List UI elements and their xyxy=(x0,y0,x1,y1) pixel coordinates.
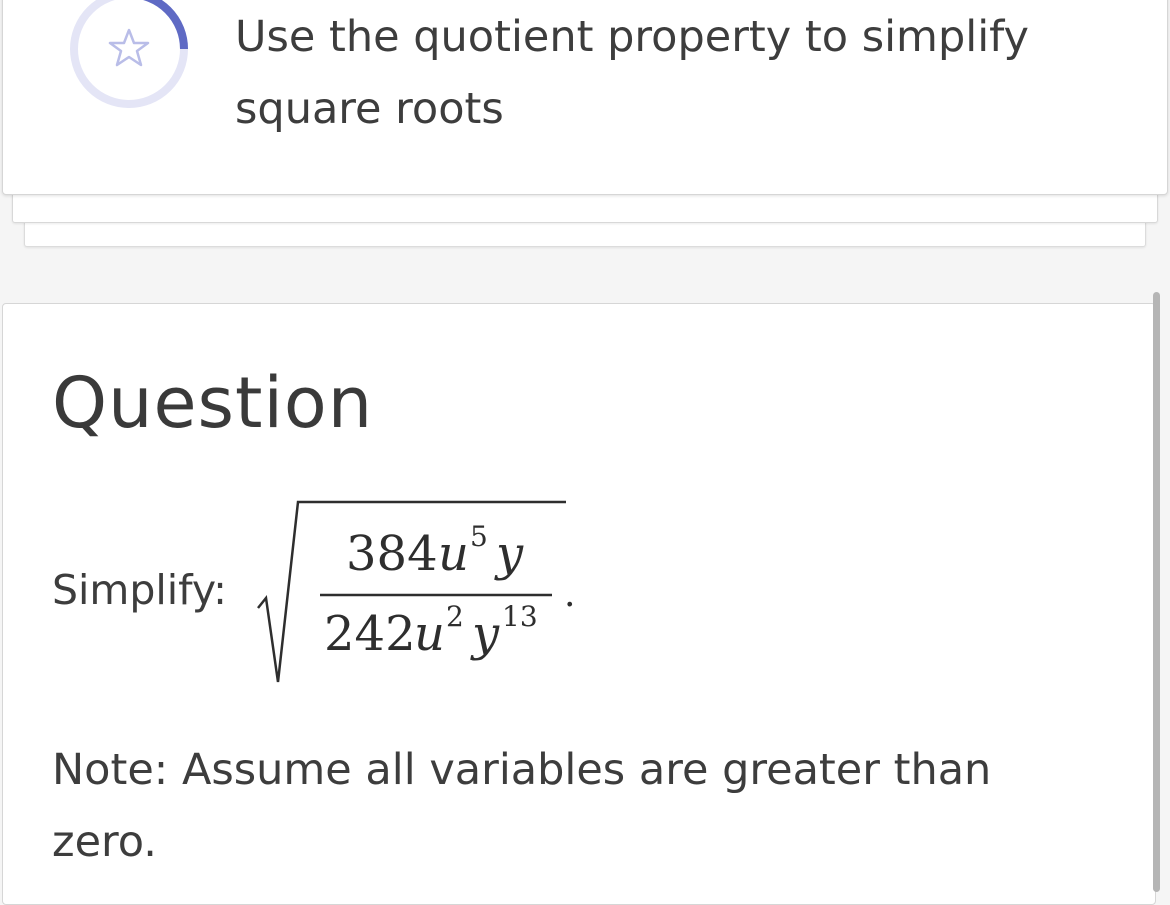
math-expression: 384 u 5 y 242 u 2 y 13 . xyxy=(257,500,575,683)
numerator-coefficient: 384 xyxy=(346,526,438,582)
denominator-coefficient: 242 xyxy=(324,606,416,662)
question-prompt: Simplify: xyxy=(52,566,227,614)
objective-title: Use the quotient property to simplify sq… xyxy=(235,12,1029,134)
numerator-var-y: y xyxy=(494,526,524,582)
denominator-var-u: u xyxy=(414,606,445,662)
scrollbar[interactable] xyxy=(1153,292,1160,892)
question-heading: Question xyxy=(52,362,374,444)
denominator-exponent-y: 13 xyxy=(502,600,538,633)
progress-ring xyxy=(70,0,188,108)
numerator-exponent-u: 5 xyxy=(470,520,488,553)
trailing-period: . xyxy=(564,574,575,615)
denominator-exponent-u: 2 xyxy=(446,600,464,633)
objective-card[interactable]: Use the quotient property to simplify sq… xyxy=(2,0,1168,195)
star-icon xyxy=(108,28,150,67)
question-note: Note: Assume all variables are greater t… xyxy=(52,745,992,867)
denominator-var-y: y xyxy=(470,606,500,662)
numerator-var-u: u xyxy=(438,526,469,582)
